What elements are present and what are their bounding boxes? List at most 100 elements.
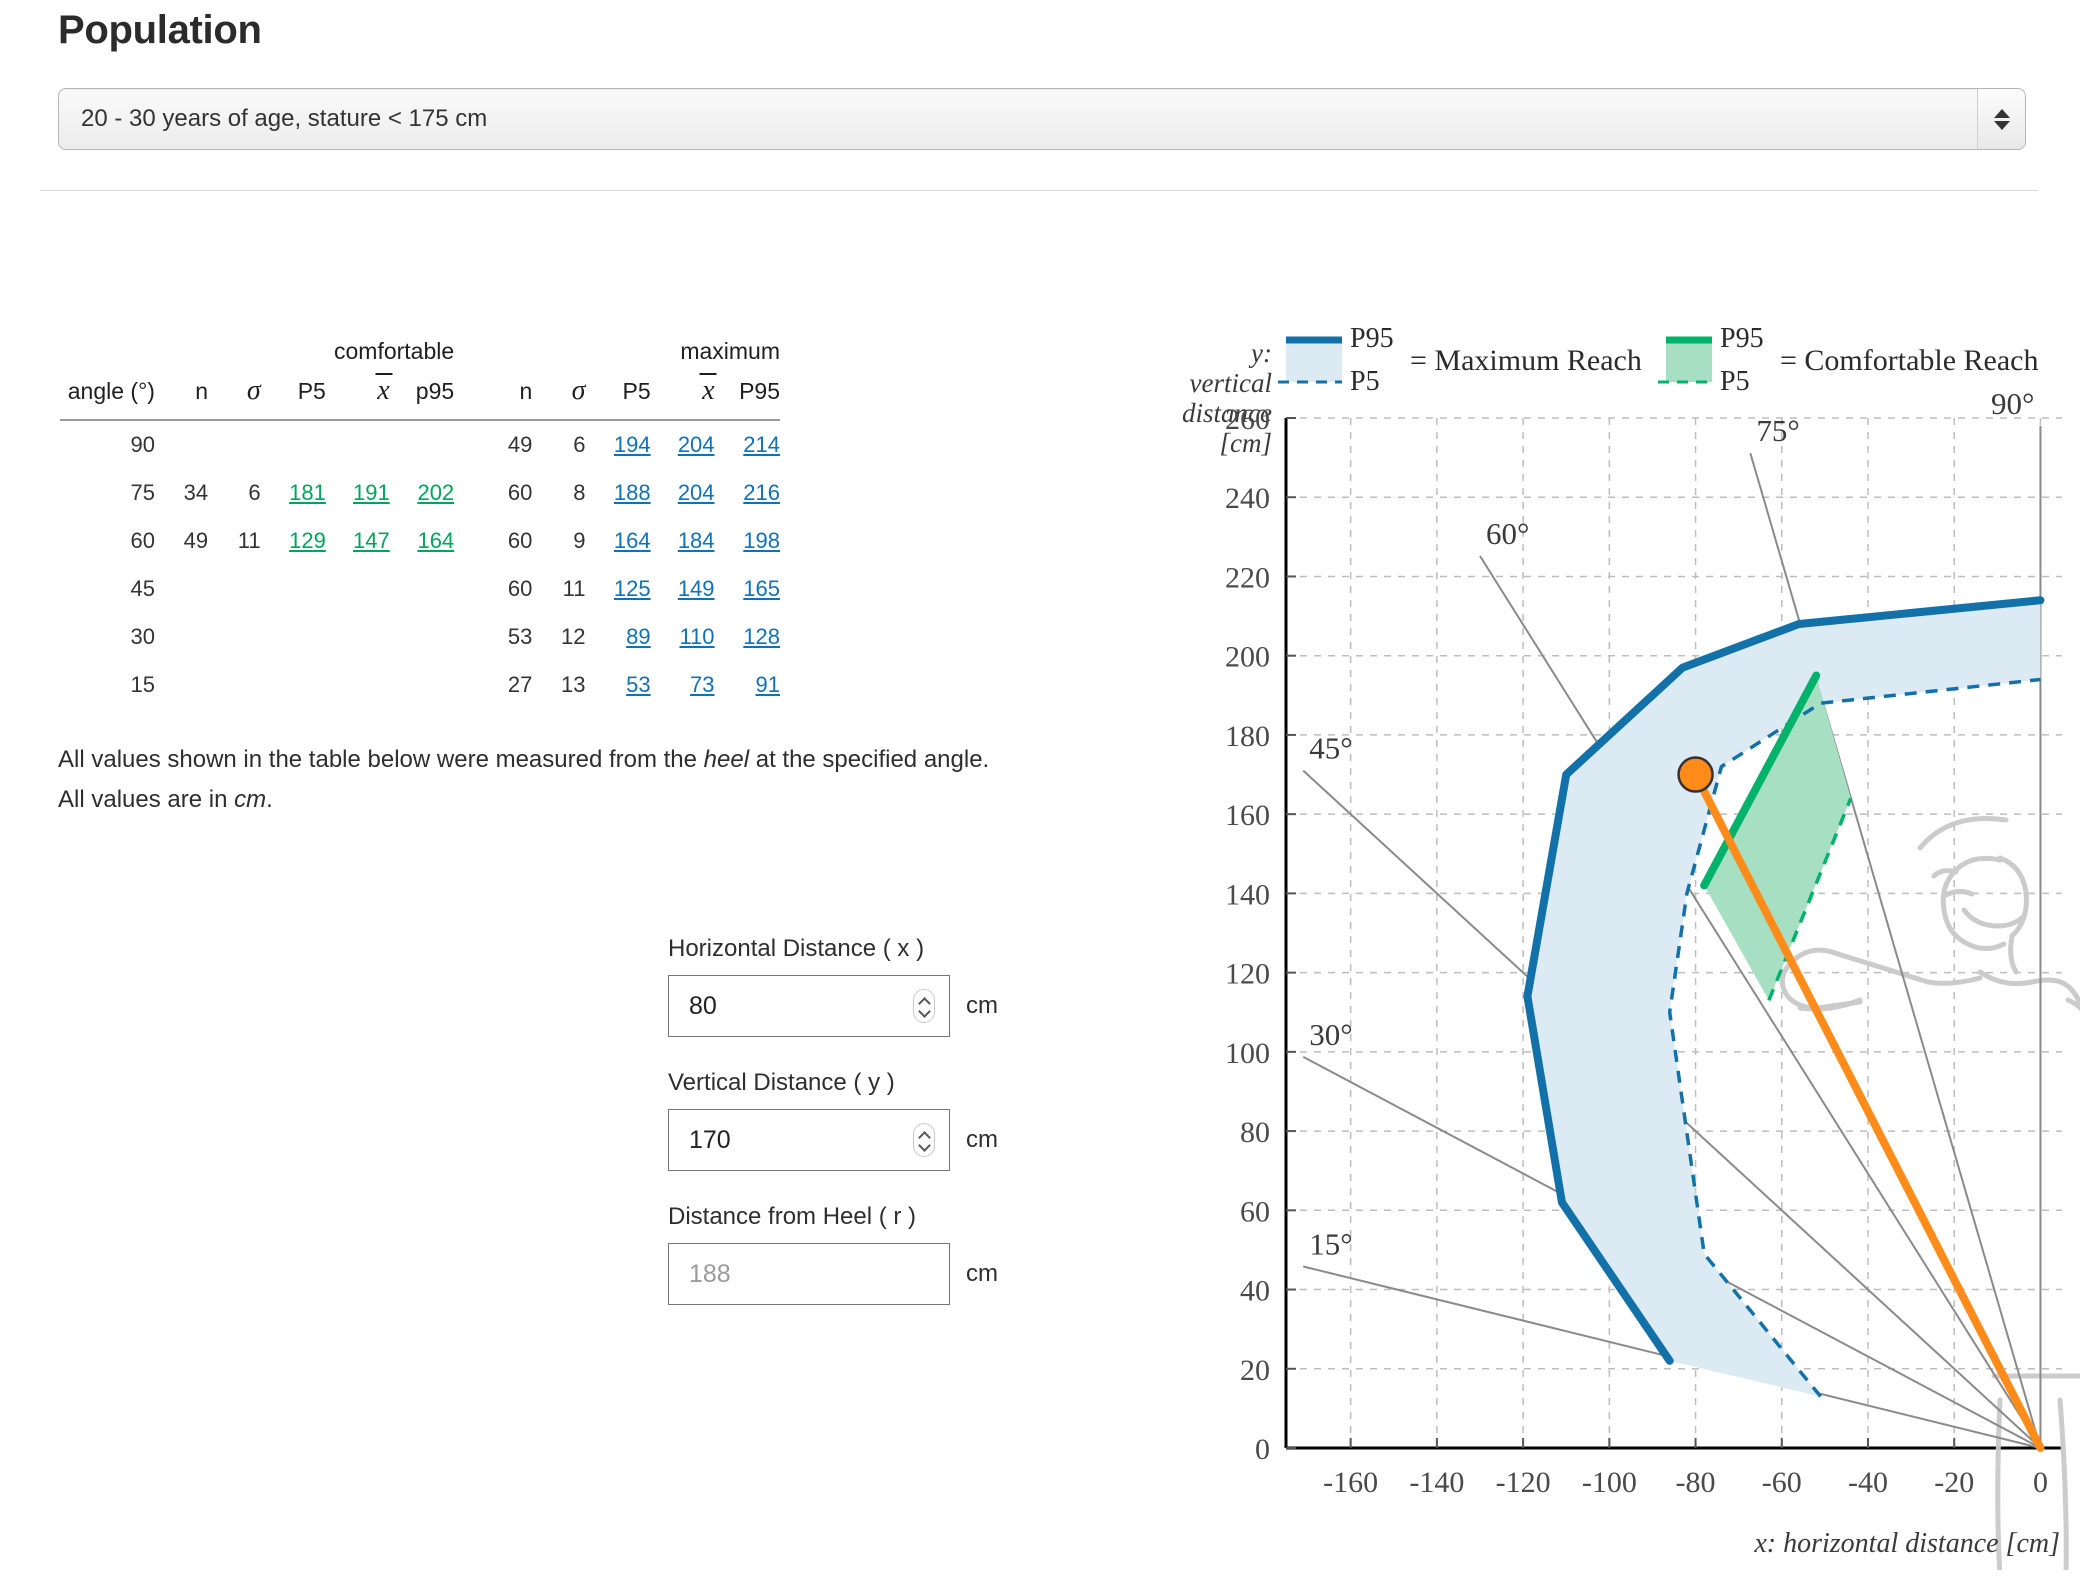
chevron-up-icon[interactable] (919, 998, 930, 1005)
cell-comfortable-mean[interactable]: 191 (326, 469, 390, 517)
reach-data-table: comfortable maximum angle (°) n σ P5 x p… (60, 330, 780, 709)
horizontal-distance-row: 80 cm (668, 975, 1008, 1037)
cell-comfortable-n (155, 613, 208, 661)
cell-maximum-p5[interactable]: 194 (585, 420, 650, 469)
cell-maximum-sigma: 13 (532, 661, 585, 709)
chevron-down-icon[interactable] (919, 1008, 930, 1015)
cell-comfortable-p95[interactable]: 164 (390, 517, 454, 565)
y-axis-tick-label: 140 (1225, 878, 1270, 911)
col-header-comfortable-p95: p95 (390, 367, 454, 420)
cell-comfortable-mean[interactable]: 147 (326, 517, 390, 565)
vertical-distance-value: 170 (669, 1126, 731, 1155)
vertical-distance-input[interactable]: 170 (668, 1109, 950, 1171)
x-axis-tick-label: -120 (1496, 1466, 1551, 1499)
angle-ray-label: 30° (1309, 1017, 1352, 1052)
xbar-glyph: x (702, 375, 714, 406)
heel-distance-row: 188 cm (668, 1243, 1008, 1305)
vertical-distance-unit: cm (966, 1126, 998, 1154)
cell-comfortable-p5 (261, 613, 326, 661)
table-row: 152713537391 (60, 661, 780, 709)
cell-maximum-p95[interactable]: 91 (715, 661, 780, 709)
y-axis-tick-label: 180 (1225, 720, 1270, 753)
angle-ray-label: 75° (1756, 413, 1799, 448)
horizontal-distance-input[interactable]: 80 (668, 975, 950, 1037)
heel-distance-placeholder: 188 (669, 1260, 731, 1289)
table-row: 604911129147164609164184198 (60, 517, 780, 565)
cell-maximum-p5[interactable]: 89 (585, 613, 650, 661)
triangle-down-icon (1994, 121, 2010, 130)
y-axis-tick-label: 40 (1240, 1275, 1270, 1308)
cell-comfortable-mean (326, 420, 390, 469)
cell-comfortable-n: 34 (155, 469, 208, 517)
cell-maximum-mean[interactable]: 184 (651, 517, 715, 565)
cell-maximum-p95[interactable]: 128 (715, 613, 780, 661)
cell-comfortable-p95 (390, 613, 454, 661)
cell-comfortable-p5 (261, 661, 326, 709)
cell-maximum-mean[interactable]: 73 (651, 661, 715, 709)
cell-comfortable-n: 49 (155, 517, 208, 565)
cell-maximum-p5[interactable]: 188 (585, 469, 650, 517)
human-silhouette-icon (1782, 819, 2080, 1570)
legend-comf-text: = Comfortable Reach (1780, 344, 2039, 377)
triangle-up-icon (1994, 109, 2010, 118)
cell-maximum-n: 27 (479, 661, 532, 709)
table-row: 30531289110128 (60, 613, 780, 661)
population-select[interactable]: 20 - 30 years of age, stature < 175 cm (58, 88, 2026, 150)
cell-comfortable-sigma: 11 (208, 517, 261, 565)
group-header-comfortable: comfortable (155, 330, 454, 367)
y-axis-tick-label: 100 (1225, 1037, 1270, 1070)
cell-maximum-mean[interactable]: 204 (651, 469, 715, 517)
cell-gap (454, 469, 479, 517)
chevron-down-icon[interactable] (919, 1142, 930, 1149)
y-axis-tick-label: 0 (1255, 1433, 1270, 1466)
col-header-comfortable-mean: x (326, 367, 390, 420)
col-header-maximum-mean: x (651, 367, 715, 420)
table-row: 75346181191202608188204216 (60, 469, 780, 517)
cell-angle: 45 (60, 565, 155, 613)
table-body: 9049619420421475346181191202608188204216… (60, 420, 780, 709)
legend-max-p95-label: P95 (1350, 323, 1394, 354)
cell-maximum-n: 53 (479, 613, 532, 661)
cell-maximum-mean[interactable]: 149 (651, 565, 715, 613)
cell-gap (454, 613, 479, 661)
cell-gap (454, 565, 479, 613)
maximum-reach-band (1527, 600, 2040, 1396)
cell-maximum-sigma: 6 (532, 420, 585, 469)
cell-comfortable-p5[interactable]: 181 (261, 469, 326, 517)
cell-maximum-p95[interactable]: 198 (715, 517, 780, 565)
population-select-value: 20 - 30 years of age, stature < 175 cm (81, 105, 487, 133)
cell-gap (454, 661, 479, 709)
col-header-maximum-sigma: σ (532, 367, 585, 420)
note-text-1: All values shown in the table below were… (58, 746, 704, 773)
vertical-distance-stepper[interactable] (913, 1123, 935, 1157)
note-em-cm: cm (234, 786, 266, 813)
cell-comfortable-p95[interactable]: 202 (390, 469, 454, 517)
horizontal-distance-unit: cm (966, 992, 998, 1020)
cell-maximum-mean[interactable]: 204 (651, 420, 715, 469)
legend-comf-swatch (1666, 340, 1712, 382)
cell-maximum-p95[interactable]: 216 (715, 469, 780, 517)
cell-maximum-p95[interactable]: 165 (715, 565, 780, 613)
table-row: 90496194204214 (60, 420, 780, 469)
y-axis-title-line-0: y: (1248, 338, 1272, 368)
x-axis-title: x: horizontal distance [cm] (1753, 1528, 2060, 1559)
cell-maximum-p5[interactable]: 53 (585, 661, 650, 709)
heel-distance-input[interactable]: 188 (668, 1243, 950, 1305)
reach-envelope-chart: P95 P5 = Maximum Reach P95 P5 = Comforta… (1100, 300, 2080, 1570)
selected-point-marker[interactable] (1679, 758, 1713, 792)
cell-maximum-sigma: 9 (532, 517, 585, 565)
cell-comfortable-p5[interactable]: 129 (261, 517, 326, 565)
cell-comfortable-p5 (261, 565, 326, 613)
cell-maximum-p5[interactable]: 125 (585, 565, 650, 613)
horizontal-distance-stepper[interactable] (913, 989, 935, 1023)
cell-maximum-p5[interactable]: 164 (585, 517, 650, 565)
cell-comfortable-n (155, 420, 208, 469)
col-header-maximum-n: n (479, 367, 532, 420)
col-header-comfortable-n: n (155, 367, 208, 420)
chevron-up-icon[interactable] (919, 1132, 930, 1139)
cell-angle: 30 (60, 613, 155, 661)
select-stepper-arrows[interactable] (1977, 89, 2025, 149)
col-header-comfortable-sigma: σ (208, 367, 261, 420)
cell-maximum-p95[interactable]: 214 (715, 420, 780, 469)
cell-maximum-mean[interactable]: 110 (651, 613, 715, 661)
